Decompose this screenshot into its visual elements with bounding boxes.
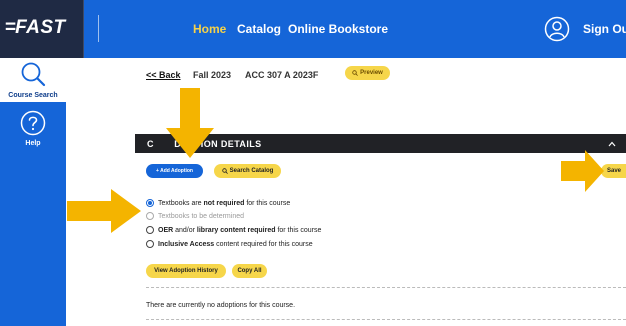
- search-catalog-label: Search Catalog: [229, 168, 274, 174]
- radio-unselected[interactable]: [146, 240, 154, 248]
- sidebar: Course Search Help: [0, 58, 66, 326]
- radio-disabled: [146, 212, 154, 220]
- user-account-icon[interactable]: [544, 16, 570, 42]
- option-label: OER and/or library content required for …: [158, 226, 322, 234]
- sidebar-item-label: Course Search: [8, 92, 58, 99]
- logo-divider: [98, 15, 99, 42]
- top-navbar: =FAST Home Catalog Online Bookstore Sign…: [0, 0, 626, 58]
- option-inclusive-access[interactable]: Inclusive Access content required for th…: [146, 240, 313, 248]
- annotation-arrow-right: [561, 150, 604, 192]
- magnifier-icon: [21, 62, 46, 87]
- logo-text: =FAST: [5, 17, 66, 38]
- radio-selected[interactable]: [146, 199, 154, 207]
- sidebar-item-label: Help: [25, 140, 41, 147]
- option-to-be-determined: Textbooks to be determined: [146, 212, 244, 220]
- radio-unselected[interactable]: [146, 226, 154, 234]
- search-icon: [352, 70, 359, 76]
- course-code: ACC 307 A 2023F: [245, 70, 319, 80]
- add-adoption-button[interactable]: + Add Adoption: [146, 164, 203, 178]
- option-not-required[interactable]: Textbooks are not required for this cour…: [146, 199, 290, 207]
- no-adoptions-message: There are currently no adoptions for thi…: [146, 302, 296, 309]
- sign-out-link[interactable]: Sign Out: [583, 22, 626, 36]
- annotation-arrow-down: [166, 88, 214, 158]
- divider: [146, 319, 626, 320]
- back-link[interactable]: << Back: [146, 70, 181, 80]
- preview-label: Preview: [360, 70, 383, 76]
- logo[interactable]: =FAST: [0, 0, 84, 58]
- divider: [146, 287, 626, 288]
- preview-button[interactable]: Preview: [345, 66, 390, 80]
- option-label: Textbooks to be determined: [158, 212, 244, 220]
- copy-all-button[interactable]: Copy All: [232, 264, 267, 278]
- annotation-arrow-right: [67, 189, 141, 233]
- term-label: Fall 2023: [193, 70, 232, 80]
- chevron-up-icon[interactable]: [608, 140, 616, 148]
- option-oer-library[interactable]: OER and/or library content required for …: [146, 226, 321, 234]
- nav-online-bookstore[interactable]: Online Bookstore: [288, 22, 388, 36]
- nav-catalog[interactable]: Catalog: [237, 22, 281, 36]
- search-catalog-button[interactable]: Search Catalog: [214, 164, 281, 178]
- option-label: Textbooks are not required for this cour…: [158, 199, 291, 207]
- view-adoption-history-button[interactable]: View Adoption History: [146, 264, 226, 278]
- question-icon: [20, 110, 46, 136]
- search-icon: [221, 168, 228, 174]
- option-label: Inclusive Access content required for th…: [158, 240, 313, 248]
- nav-home[interactable]: Home: [193, 22, 226, 36]
- sidebar-item-course-search[interactable]: Course Search: [0, 58, 66, 102]
